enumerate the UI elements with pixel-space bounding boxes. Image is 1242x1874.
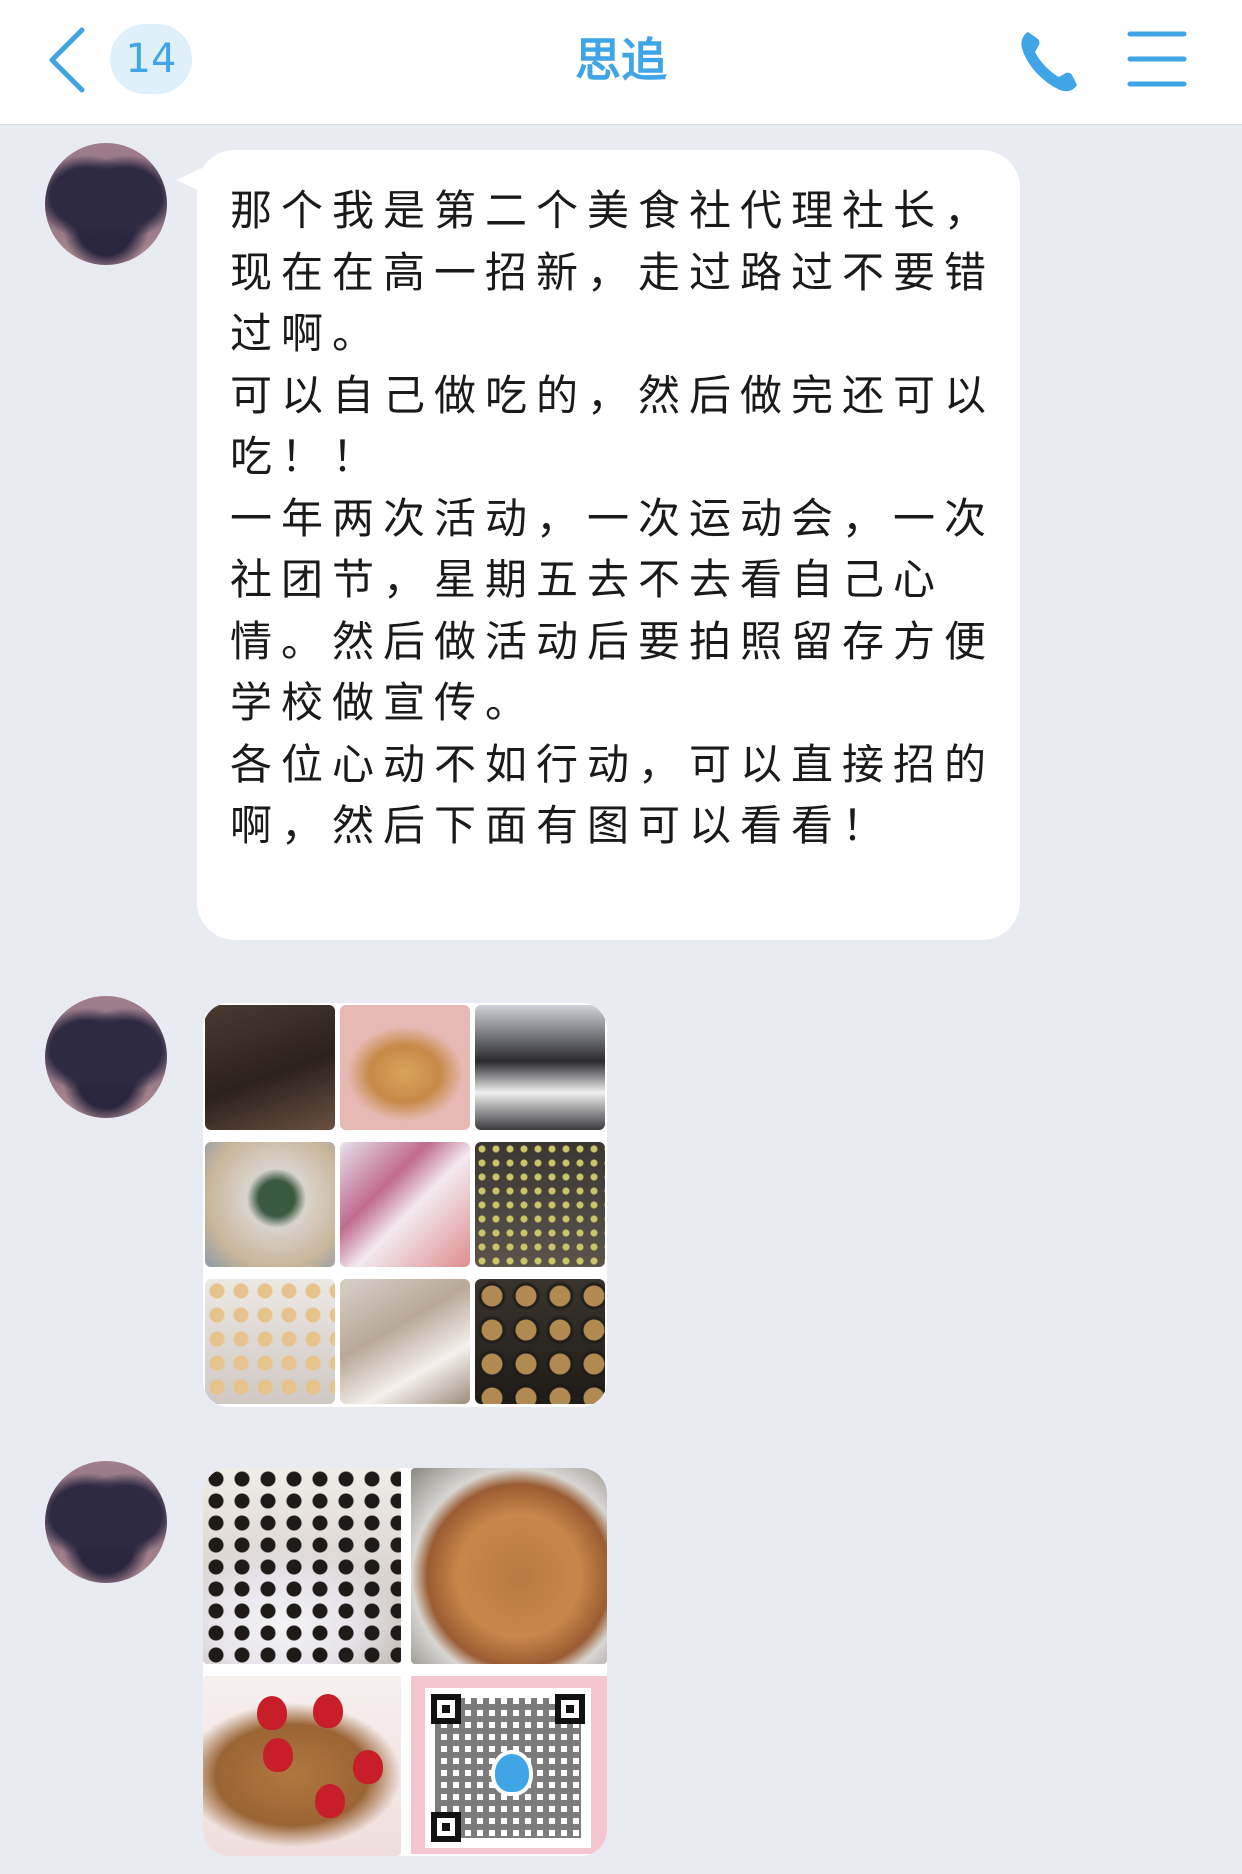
food-photo [340, 1279, 470, 1404]
phone-icon[interactable] [1014, 22, 1086, 98]
hamburger-menu-icon[interactable] [1126, 26, 1188, 92]
strawberry-decoration [315, 1784, 345, 1818]
strawberry-decoration [263, 1738, 293, 1772]
message-text: 那个我是第二个美食社代理社长，现在在高一招新，走过路过不要错过啊。 可以自己做吃… [230, 186, 996, 850]
image-collage-message[interactable] [203, 1003, 607, 1407]
food-photo [340, 1142, 470, 1267]
food-photo [475, 1279, 605, 1404]
food-photo [340, 1005, 470, 1130]
food-photo [411, 1468, 607, 1664]
qr-finder-pattern [431, 1694, 461, 1724]
food-photo [203, 1676, 401, 1856]
qr-code[interactable] [425, 1688, 591, 1848]
food-photo [205, 1279, 335, 1404]
sender-avatar[interactable] [45, 996, 167, 1118]
qr-finder-pattern [431, 1812, 461, 1842]
chat-title: 思追 [575, 33, 667, 87]
sender-avatar[interactable] [45, 143, 167, 265]
chat-header: 14 思追 [0, 0, 1242, 125]
qr-finder-pattern [555, 1694, 585, 1724]
strawberry-decoration [313, 1694, 343, 1728]
food-photo [475, 1005, 605, 1130]
strawberry-decoration [353, 1750, 383, 1784]
food-photo [203, 1468, 401, 1664]
food-photo [205, 1005, 335, 1130]
chevron-left-icon[interactable] [38, 22, 98, 98]
sender-avatar[interactable] [45, 1461, 167, 1583]
qq-penguin-icon [491, 1750, 533, 1796]
food-photo [205, 1142, 335, 1267]
image-collage-message[interactable] [203, 1468, 607, 1856]
food-photo [475, 1142, 605, 1267]
unread-count-badge[interactable]: 14 [110, 24, 192, 94]
strawberry-decoration [257, 1696, 287, 1730]
